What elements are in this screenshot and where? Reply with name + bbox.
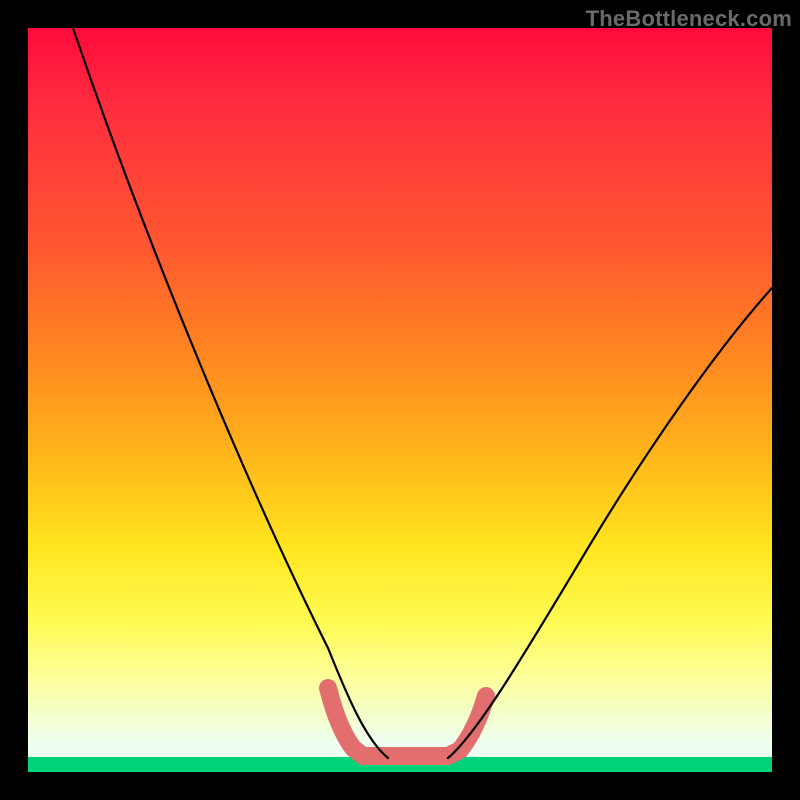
curve-right-branch [448,288,772,758]
curve-left-branch [73,28,388,758]
watermark-label: TheBottleneck.com [586,6,792,32]
chart-frame: TheBottleneck.com [0,0,800,800]
curve-svg [28,28,772,772]
sweet-spot-highlight [328,688,486,756]
